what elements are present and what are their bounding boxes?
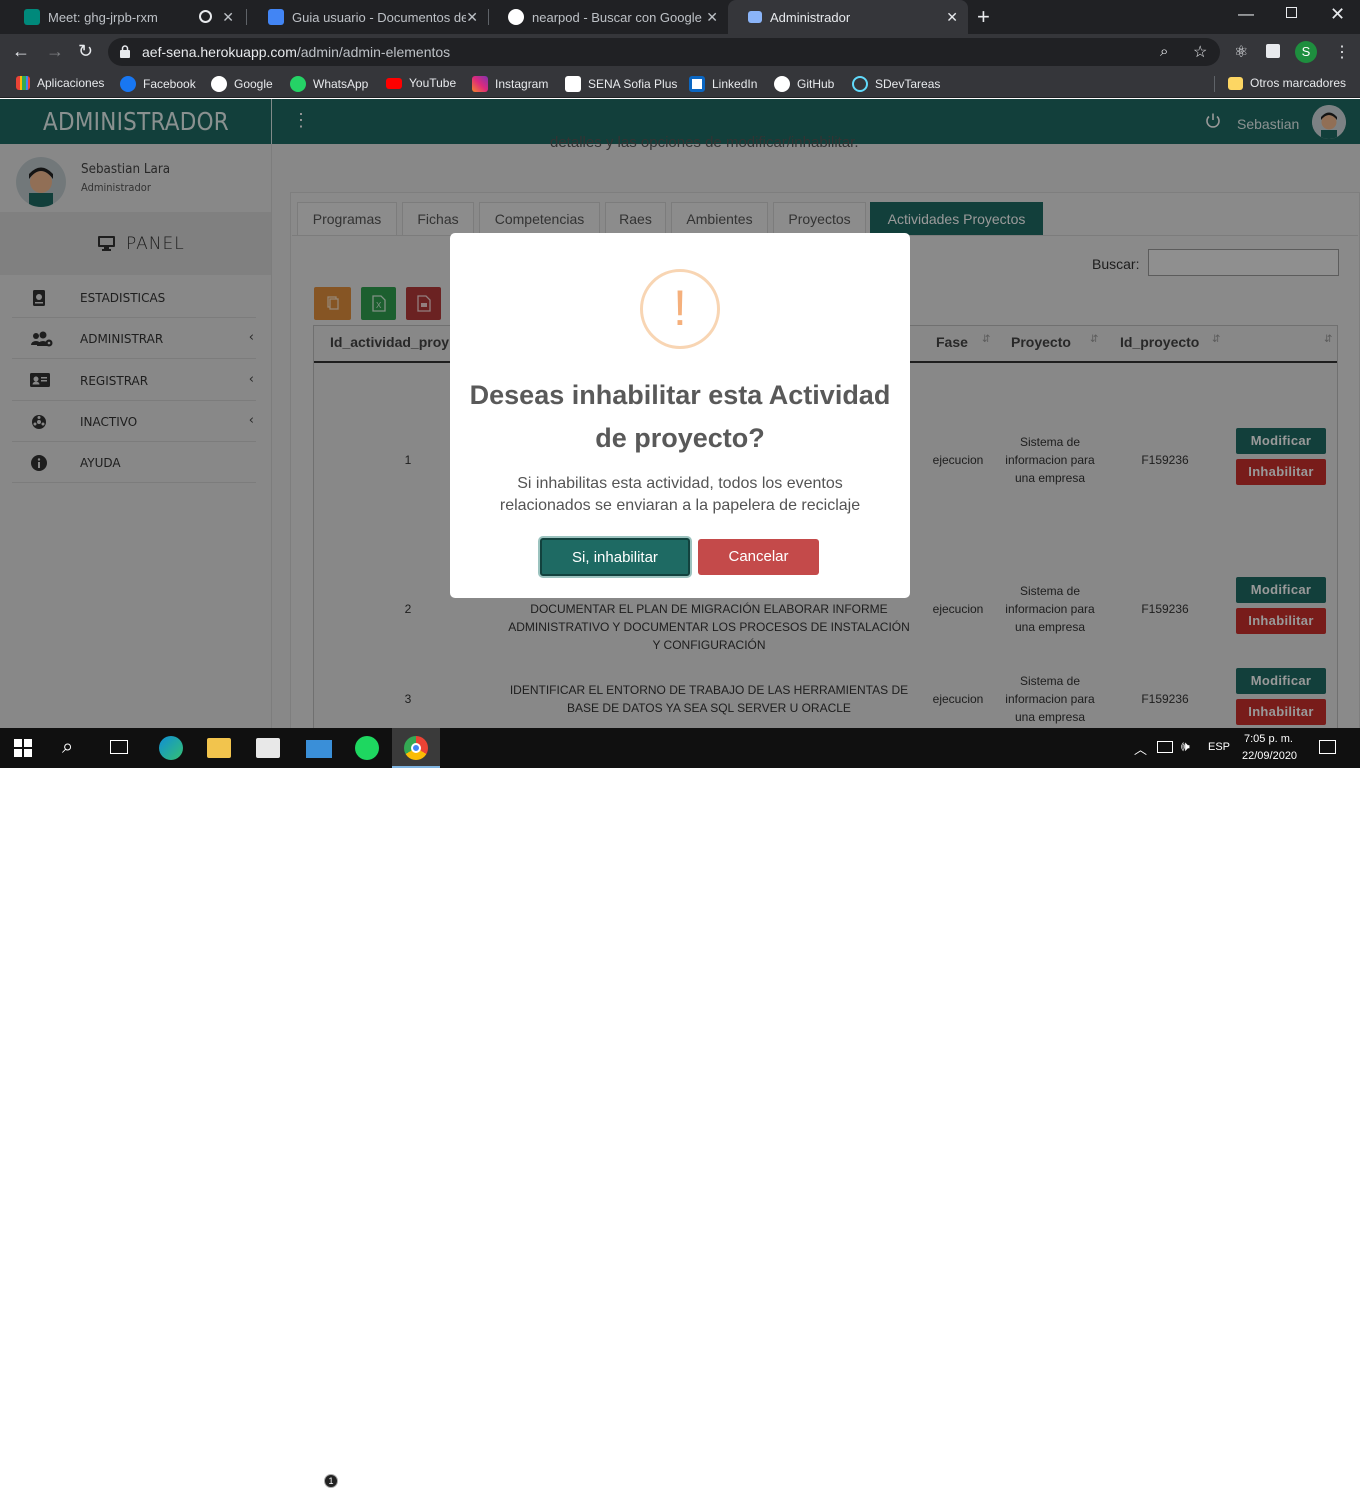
bookmark-google[interactable]: Google — [211, 76, 273, 92]
bookmark-label: SDevTareas — [875, 77, 941, 91]
minimize-icon[interactable]: — — [1238, 6, 1254, 24]
other-bookmarks-label: Otros marcadores — [1250, 76, 1347, 90]
apps-grid-icon — [16, 76, 30, 90]
notifications-icon[interactable] — [1319, 740, 1336, 754]
bookmark-label: Instagram — [495, 77, 549, 91]
bookmark-label: Facebook — [143, 77, 196, 91]
confirm-dialog: ! Deseas inhabilitar esta Actividad de p… — [450, 233, 910, 598]
other-bookmarks[interactable]: Otros marcadores — [1228, 76, 1346, 90]
bookmark-label: Aplicaciones — [37, 76, 105, 90]
tab-meet[interactable]: Meet: ghg-jrpb-rxm ✕ — [4, 0, 244, 34]
bookmark-whatsapp[interactable]: WhatsApp — [290, 76, 368, 92]
bookmark-label: Google — [234, 77, 273, 91]
tab-docs[interactable]: Guia usuario - Documentos de G ✕ — [248, 0, 488, 34]
instagram-icon — [472, 76, 488, 92]
bookmark-sdevtareas[interactable]: SDevTareas — [852, 76, 940, 92]
page-icon — [748, 11, 762, 23]
bookmark-label: LinkedIn — [712, 77, 758, 91]
search-icon[interactable]: ⌕ — [62, 736, 86, 760]
back-icon[interactable]: ← — [12, 42, 30, 60]
recording-icon — [199, 10, 212, 23]
mail-badge: 1 — [324, 1474, 338, 1488]
warning-icon: ! — [640, 269, 720, 349]
facebook-icon — [120, 76, 136, 92]
bookmark-linkedin[interactable]: LinkedIn — [689, 76, 757, 92]
github-icon — [774, 76, 790, 92]
new-tab-icon[interactable]: + — [977, 4, 990, 30]
bookmark-github[interactable]: GitHub — [774, 76, 834, 92]
docs-icon — [268, 9, 284, 25]
bookmark-star-icon[interactable]: ☆ — [1193, 42, 1207, 62]
zoom-icon[interactable]: ⌕ — [1160, 43, 1168, 60]
google-icon — [508, 9, 524, 25]
volume-icon[interactable]: 🕪 — [1181, 738, 1190, 755]
mail-icon[interactable] — [306, 740, 332, 758]
tab-title: Guia usuario - Documentos de G — [292, 9, 466, 25]
chrome-icon-center — [411, 743, 421, 753]
dialog-text: Si inhabilitas esta actividad, todos los… — [499, 475, 861, 514]
close-tab-icon[interactable]: ✕ — [946, 9, 958, 26]
chrome-taskbar-button[interactable] — [392, 728, 440, 768]
linkedin-icon — [689, 76, 705, 92]
tray-chevron-icon[interactable]: ︿ — [1134, 739, 1147, 758]
tab-administrador[interactable]: Administrador ✕ — [728, 0, 968, 34]
tab-title: nearpod - Buscar con Google — [532, 9, 702, 25]
meet-icon — [24, 9, 40, 25]
profile-avatar[interactable]: S — [1295, 41, 1317, 63]
close-tab-icon[interactable]: ✕ — [466, 9, 478, 26]
browser-tab-strip: Meet: ghg-jrpb-rxm ✕ Guia usuario - Docu… — [0, 0, 1360, 34]
react-icon — [852, 76, 868, 92]
close-tab-icon[interactable]: ✕ — [222, 9, 234, 26]
clock-time[interactable]: 7:05 p. m. — [1244, 733, 1293, 745]
tab-title: Administrador — [770, 9, 851, 25]
bookmark-apps[interactable]: Aplicaciones — [16, 76, 104, 90]
bookmark-label: YouTube — [409, 76, 457, 90]
tab-title: Meet: ghg-jrpb-rxm — [48, 9, 158, 25]
windows-start-icon[interactable] — [14, 739, 32, 757]
restore-icon[interactable] — [1286, 7, 1297, 18]
url-text: aef-sena.herokuapp.com/admin/admin-eleme… — [142, 44, 450, 60]
bookmark-youtube[interactable]: YouTube — [386, 76, 456, 90]
extensions-icon[interactable] — [1266, 44, 1280, 58]
bookmarks-divider — [1214, 76, 1215, 92]
bookmark-label: SENA Sofia Plus — [588, 77, 678, 91]
chrome-menu-icon[interactable]: ⋮ — [1334, 42, 1350, 62]
clock-date[interactable]: 22/09/2020 — [1242, 750, 1297, 762]
bookmark-label: GitHub — [797, 77, 835, 91]
sena-icon — [565, 76, 581, 92]
bookmark-facebook[interactable]: Facebook — [120, 76, 196, 92]
google-icon — [211, 76, 227, 92]
bookmark-instagram[interactable]: Instagram — [472, 76, 548, 92]
windows-taskbar: ⌕ 1 ︿ 🕪 ESP 7:05 p. m. 22/09/2020 — [0, 728, 1360, 1488]
dialog-title: Deseas inhabilitar esta Actividad de pro… — [469, 380, 891, 453]
folder-icon — [1228, 76, 1243, 90]
task-view-icon[interactable] — [110, 740, 128, 754]
tab-separator — [246, 9, 247, 25]
url-host: aef-sena.herokuapp.com — [142, 44, 297, 60]
reload-icon[interactable]: ↻ — [78, 42, 93, 60]
tab-google[interactable]: nearpod - Buscar con Google ✕ — [488, 0, 728, 34]
browser-toolbar: ← → ↻ aef-sena.herokuapp.com/admin/admin… — [0, 34, 1360, 70]
language-indicator[interactable]: ESP — [1208, 741, 1230, 753]
forward-icon[interactable]: → — [46, 42, 64, 60]
whatsapp-icon — [290, 76, 306, 92]
close-tab-icon[interactable]: ✕ — [706, 9, 718, 26]
lock-icon — [120, 45, 130, 58]
youtube-icon — [386, 77, 402, 89]
close-window-icon[interactable]: ✕ — [1330, 4, 1345, 25]
confirm-button[interactable]: Si, inhabilitar — [540, 538, 690, 576]
spotify-icon[interactable] — [355, 736, 379, 760]
bookmarks-bar: Aplicaciones Facebook Google WhatsApp Yo… — [0, 70, 1360, 98]
store-icon[interactable] — [256, 738, 280, 758]
address-bar[interactable]: aef-sena.herokuapp.com/admin/admin-eleme… — [108, 38, 1220, 66]
bookmark-label: WhatsApp — [313, 77, 369, 91]
file-explorer-icon[interactable] — [207, 738, 231, 758]
bookmark-sena[interactable]: SENA Sofia Plus — [565, 76, 677, 92]
edge-icon[interactable] — [159, 736, 183, 760]
react-devtools-icon[interactable]: ⚛ — [1234, 42, 1248, 62]
network-icon[interactable] — [1157, 741, 1173, 753]
url-path: /admin/admin-elementos — [296, 44, 451, 60]
cancel-button[interactable]: Cancelar — [698, 539, 819, 575]
